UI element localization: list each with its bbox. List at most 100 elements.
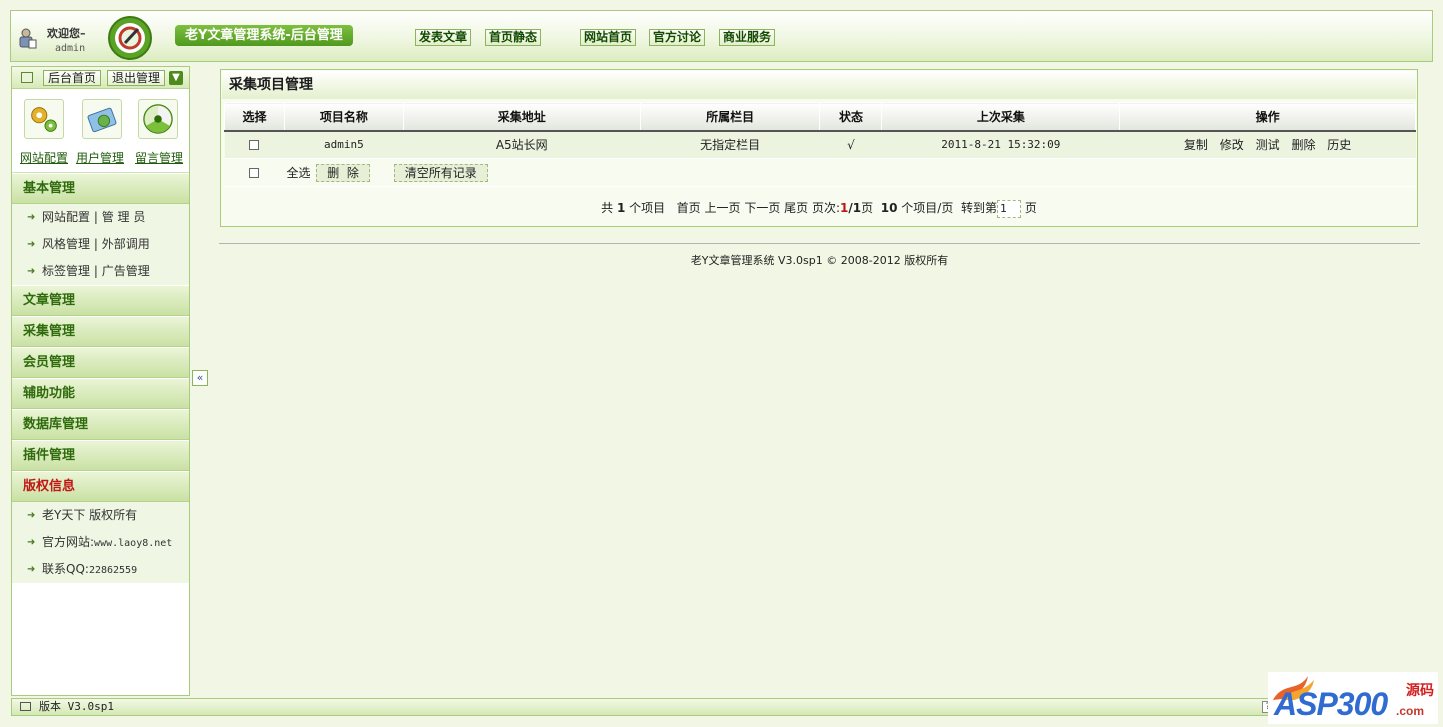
arrow-right-icon: ➜ <box>27 510 36 521</box>
quick-links: 网站配置 用户管理 留言管理 <box>12 89 189 173</box>
footer-copyright: 老Y文章管理系统 V3.0sp1 © 2008-2012 版权所有 <box>690 254 949 267</box>
pager-text: 页 <box>861 201 881 215</box>
edit-link[interactable]: 修改 <box>1220 138 1244 152</box>
welcome-block: 欢迎您– admin <box>17 21 107 57</box>
system-title: 老Y文章管理系统-后台管理 <box>175 25 353 46</box>
section-collect-manage[interactable]: 采集管理 <box>12 316 189 347</box>
watermark-suffix: .com <box>1396 704 1425 718</box>
window-icon <box>20 702 31 711</box>
section-database-manage[interactable]: 数据库管理 <box>12 409 189 440</box>
next-page-link[interactable]: 下一页 <box>744 201 780 215</box>
user-icon <box>19 28 37 49</box>
section-plugin-manage[interactable]: 插件管理 <box>12 440 189 471</box>
col-header-select: 选择 <box>224 102 285 132</box>
top-header: 欢迎您– admin 老Y文章管理系统-后台管理 发表文章 首页静态 网站首页 … <box>10 10 1433 62</box>
last-collect-time: 2011-8-21 15:32:09 <box>881 130 1120 159</box>
username: admin <box>55 43 86 54</box>
section-auxiliary[interactable]: 辅助功能 <box>12 378 189 409</box>
status-check-icon: √ <box>819 130 882 159</box>
arrow-right-icon: ➜ <box>27 266 36 277</box>
nav-publish-article[interactable]: 发表文章 <box>415 29 472 46</box>
welcome-text: 欢迎您– <box>47 27 86 40</box>
qq-label: 联系QQ: <box>42 562 89 576</box>
divider: | <box>93 264 102 278</box>
arrow-right-icon: ➜ <box>27 212 36 223</box>
external-call-item[interactable]: 外部调用 <box>102 237 150 251</box>
total-pages: 1 <box>852 201 862 215</box>
section-copyright-info[interactable]: 版权信息 <box>12 471 189 502</box>
clear-all-records-button[interactable]: 清空所有记录 <box>393 163 488 182</box>
nav-site-home[interactable]: 网站首页 <box>580 29 637 46</box>
select-all-checkbox[interactable] <box>249 168 260 178</box>
user-manage-link[interactable]: 用户管理 <box>76 149 124 166</box>
arrow-right-icon: ➜ <box>27 564 36 575</box>
official-site-url: www.laoy8.net <box>94 538 173 549</box>
nav-business-service[interactable]: 商业服务 <box>719 29 776 46</box>
arrow-right-icon: ➜ <box>27 537 36 548</box>
history-link[interactable]: 历史 <box>1327 138 1351 152</box>
sidebar: 后台首页 退出管理 ▼ 网站配置 用户管理 留言管理 基本管理 ➜ 网站配置 |… <box>11 66 190 696</box>
collapse-sidebar-button[interactable]: « <box>192 370 208 386</box>
ad-manage-item[interactable]: 广告管理 <box>102 264 150 278</box>
first-page-link[interactable]: 首页 <box>677 201 701 215</box>
table-header-row: 选择 项目名称 采集地址 所属栏目 状态 上次采集 操作 <box>224 102 1416 132</box>
message-icon[interactable] <box>138 99 178 139</box>
col-header-project-name: 项目名称 <box>283 102 404 132</box>
style-manage-item[interactable]: 风格管理 <box>42 237 90 251</box>
pager-text: 个项目/页 <box>897 201 961 215</box>
section-basic-manage[interactable]: 基本管理 <box>12 173 189 204</box>
copyright-line: ➜ 联系QQ:22862559 <box>12 556 189 583</box>
nav-official-forum[interactable]: 官方讨论 <box>649 29 706 46</box>
pager-text: 页次: <box>808 201 841 215</box>
pager-text: 个项目 <box>625 201 673 215</box>
col-header-actions: 操作 <box>1119 102 1416 132</box>
gears-icon[interactable] <box>24 99 64 139</box>
logout-button[interactable]: 退出管理 <box>107 70 166 86</box>
select-all-label: 全选 <box>286 165 311 180</box>
administrator-item[interactable]: 管 理 员 <box>102 210 146 224</box>
copy-link[interactable]: 复制 <box>1184 138 1208 152</box>
col-header-status: 状态 <box>819 102 883 132</box>
nav-homepage-static[interactable]: 首页静态 <box>485 29 542 46</box>
col-header-last-collect: 上次采集 <box>881 102 1121 132</box>
arrow-down-icon[interactable]: ▼ <box>169 71 183 85</box>
admin-home-button[interactable]: 后台首页 <box>43 70 102 86</box>
copyright-line: ➜ 官方网站:www.laoy8.net <box>12 529 189 556</box>
pager-text: 共 <box>601 201 617 215</box>
site-config-item[interactable]: 网站配置 <box>42 210 90 224</box>
divider <box>219 243 1420 244</box>
goto-page-input[interactable]: 1 <box>997 199 1021 218</box>
sidebar-item-row: ➜ 网站配置 | 管 理 员 <box>12 204 189 231</box>
section-article-manage[interactable]: 文章管理 <box>12 285 189 316</box>
watermark-text: ASP300 <box>1274 686 1388 722</box>
per-page: 10 <box>880 201 898 215</box>
guestbook-manage-link[interactable]: 留言管理 <box>135 149 183 166</box>
version-label: 版本 V3.0sp1 <box>39 700 114 713</box>
tag-manage-item[interactable]: 标签管理 <box>42 264 90 278</box>
page-suffix: 页 <box>1024 201 1037 215</box>
row-checkbox[interactable] <box>249 140 260 151</box>
pagination: 共 1 个项目 首页 上一页 下一页 尾页 页次:1/1页 10 个项目/页 转… <box>221 195 1417 221</box>
sidebar-toolbar: 后台首页 退出管理 ▼ <box>12 67 189 89</box>
panel-title: 采集项目管理 <box>222 71 1416 99</box>
site-config-link[interactable]: 网站配置 <box>20 149 68 166</box>
test-link[interactable]: 测试 <box>1256 138 1280 152</box>
arrow-right-icon: ➜ <box>27 239 36 250</box>
sidebar-item-row: ➜ 风格管理 | 外部调用 <box>12 231 189 258</box>
watermark-logo: ASP300 源码 .com <box>1268 672 1438 724</box>
last-page-link[interactable]: 尾页 <box>784 201 808 215</box>
watermark-cn: 源码 <box>1406 683 1434 699</box>
status-bar: 版本 V3.0sp1 ? <box>11 698 1433 716</box>
col-header-column: 所属栏目 <box>639 102 821 132</box>
delete-link[interactable]: 删除 <box>1291 138 1315 152</box>
collect-project-table: 选择 项目名称 采集地址 所属栏目 状态 上次采集 操作 admin5 A5站长… <box>224 102 1416 187</box>
copyright-line: ➜ 老Y天下 版权所有 <box>12 502 189 529</box>
section-member-manage[interactable]: 会员管理 <box>12 347 189 378</box>
user-card-icon[interactable] <box>82 99 122 139</box>
logo-emblem-icon <box>108 16 152 60</box>
col-header-collect-url: 采集地址 <box>402 102 641 132</box>
prev-page-link[interactable]: 上一页 <box>704 201 740 215</box>
collect-url: A5站长网 <box>403 130 641 159</box>
qq-number: 22862559 <box>88 565 138 576</box>
delete-button[interactable]: 删 除 <box>316 163 370 182</box>
